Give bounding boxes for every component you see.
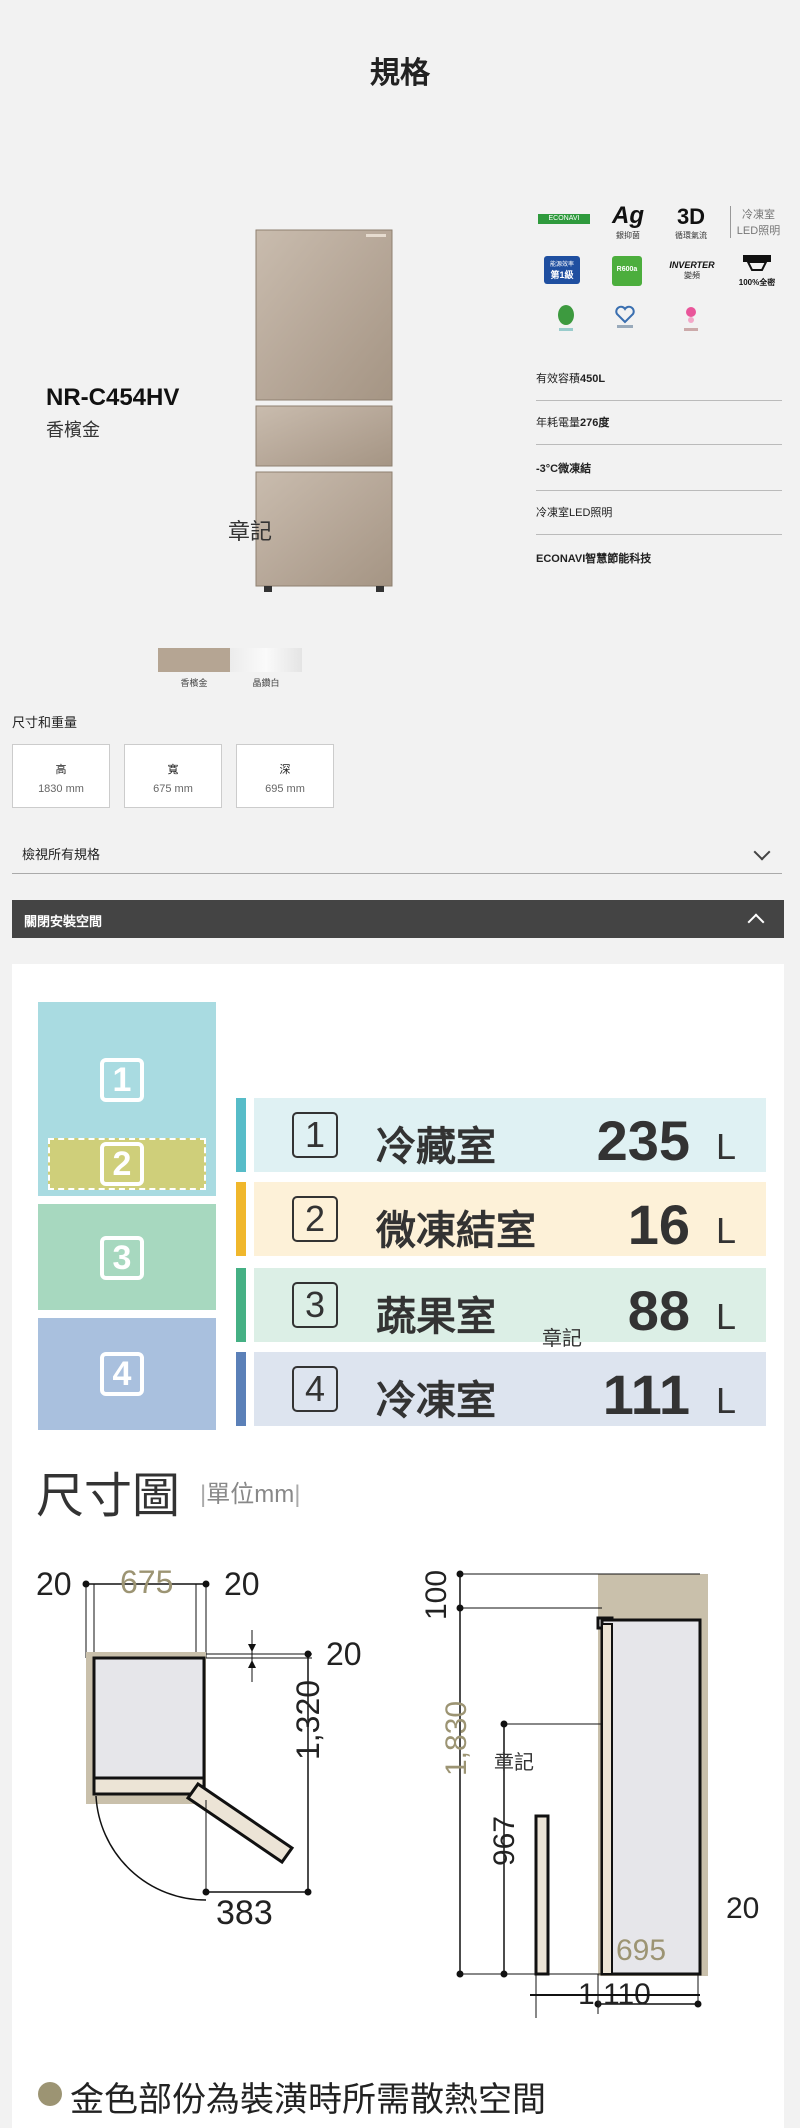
row-number: 4 <box>292 1366 338 1412</box>
install-space-label: 關閉安裝空間 <box>24 914 103 929</box>
row-number: 3 <box>292 1282 338 1328</box>
heart-mark-icon <box>614 304 636 335</box>
dimension-drawing-unit: |單位mm| <box>200 1481 301 1508</box>
eco-leaf-icon <box>556 304 576 339</box>
fridge-image <box>254 228 394 593</box>
dim-label: 20 <box>326 1636 362 1672</box>
dim-line <box>530 1994 700 1996</box>
zone-number: 3 <box>100 1236 144 1280</box>
feature-item: 年耗電量276度 <box>536 414 782 445</box>
color-bar <box>236 1352 246 1426</box>
dimensions-section-label: 尺寸和重量 <box>12 715 78 730</box>
dim-label: 675 <box>120 1564 174 1600</box>
stamp-mark: 章記 <box>542 1328 582 1350</box>
dimension-width-box: 寬 675 mm <box>124 744 222 808</box>
color-bar <box>236 1268 246 1342</box>
stamp-mark: 章記 <box>494 1752 534 1774</box>
dim-label: 100 <box>420 1569 453 1620</box>
view-all-specs-label: 檢視所有規格 <box>22 847 101 862</box>
row-unit: L <box>715 1380 736 1421</box>
feature-item: ECONAVI智慧節能科技 <box>536 553 652 565</box>
gold-legend-dot <box>38 2082 62 2106</box>
stamp-mark: 章記 <box>228 519 273 544</box>
swatch-champagne[interactable] <box>158 648 230 672</box>
dim-label: 1,320 <box>290 1679 326 1760</box>
dim-label: 1,830 <box>440 1700 473 1776</box>
row-unit: L <box>715 1296 736 1337</box>
flower-mark-icon <box>680 304 702 339</box>
dim-label: 20 <box>224 1566 260 1602</box>
econavi-badge: ECONAVI <box>538 214 590 224</box>
color-bar <box>236 1098 246 1172</box>
side-view-drawing <box>430 1548 770 2018</box>
install-space-toggle[interactable]: 關閉安裝空間 <box>12 900 784 938</box>
dim-label: 383 <box>216 1894 273 1932</box>
product-color-name: 香檳金 <box>46 420 100 440</box>
color-bar <box>236 1182 246 1256</box>
chevron-up-icon <box>747 913 765 931</box>
led-icon: 冷凍室 LED照明 <box>730 206 786 238</box>
dim-label: 20 <box>726 1892 760 1925</box>
zone-number: 2 <box>100 1142 144 1186</box>
ag-icon: Ag 銀抑菌 <box>612 202 644 240</box>
capacity-row: 3 蔬果室 88 L <box>236 1268 766 1342</box>
dim-label: 695 <box>616 1934 667 1967</box>
page-title: 規格 <box>370 57 430 90</box>
row-unit: L <box>715 1210 736 1251</box>
feature-item: 冷凍室LED照明 <box>536 504 782 535</box>
row-unit: L <box>715 1126 736 1167</box>
energy-label-icon: 能源效率 第1級 <box>544 256 580 284</box>
row-capacity: 16 <box>627 1193 690 1256</box>
capacity-row: 2 微凍結室 16 L <box>236 1182 766 1256</box>
full-seal-icon: 100%全密 <box>732 254 782 288</box>
row-capacity: 235 <box>596 1109 690 1172</box>
row-name: 蔬果室 <box>376 1295 496 1339</box>
3d-airflow-icon: 3D 循環氣流 <box>675 204 707 240</box>
dimension-drawing-title: 尺寸圖 <box>36 1470 181 1523</box>
row-name: 冷藏室 <box>376 1125 496 1169</box>
dimension-height-box: 高 1830 mm <box>12 744 110 808</box>
zone-number: 1 <box>100 1058 144 1102</box>
dim-label: 967 <box>488 1815 521 1866</box>
capacity-row: 4 冷凍室 111 L <box>236 1352 766 1426</box>
swatch-label: 香檳金 <box>180 678 208 688</box>
row-capacity: 88 <box>627 1279 690 1342</box>
product-model: NR-C454HV <box>46 384 180 411</box>
swatch-label: 晶鑽白 <box>252 678 280 688</box>
inverter-icon: INVERTER 變頻 <box>669 260 715 280</box>
zone-number: 4 <box>100 1352 144 1396</box>
row-number: 2 <box>292 1196 338 1242</box>
row-capacity: 111 <box>602 1363 690 1426</box>
feature-item: 有效容積450L <box>536 370 782 401</box>
capacity-row: 1 冷藏室 235 L <box>236 1098 766 1172</box>
seal-shape-icon <box>743 255 771 271</box>
chevron-down-icon <box>753 843 771 861</box>
row-number: 1 <box>292 1112 338 1158</box>
r600a-icon: R600a <box>612 256 642 286</box>
row-name: 微凍結室 <box>376 1209 536 1253</box>
dim-label: 20 <box>36 1566 72 1602</box>
feature-item: -3°C微凍結 <box>536 460 782 491</box>
row-name: 冷凍室 <box>376 1379 496 1423</box>
swatch-white[interactable] <box>230 648 302 672</box>
dimension-depth-box: 深 695 mm <box>236 744 334 808</box>
view-all-specs-toggle[interactable]: 檢視所有規格 <box>12 840 782 874</box>
footnote: 金色部份為裝潢時所需散熱空間 <box>70 2081 546 2119</box>
